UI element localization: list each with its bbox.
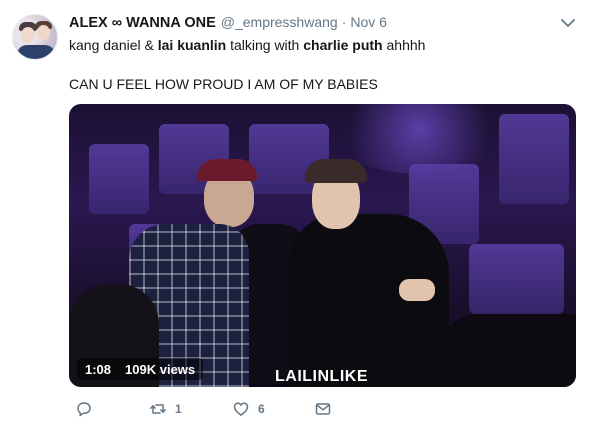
video-watermark: LAILINLIKE: [275, 368, 368, 385]
like-count: 6: [258, 402, 265, 416]
avatar[interactable]: [12, 14, 58, 60]
video-player[interactable]: 1:08 109K views LAILINLIKE: [69, 104, 576, 387]
separator-dot: ·: [341, 14, 347, 30]
heart-icon: [233, 402, 249, 416]
text-segment-bold: lai kuanlin: [157, 37, 227, 53]
retweet-count: 1: [175, 402, 182, 416]
text-segment: ahhhh: [382, 37, 426, 53]
envelope-icon: [315, 403, 331, 415]
like-button[interactable]: 6: [232, 398, 265, 420]
reply-button[interactable]: [75, 398, 93, 420]
display-name[interactable]: ALEX ∞ WANNA ONE: [69, 15, 216, 31]
direct-message-button[interactable]: [314, 398, 332, 420]
reply-icon: [77, 402, 91, 417]
video-stats-badge: 1:08 109K views: [77, 358, 204, 380]
tweet-text-line2: CAN U FEEL HOW PROUD I AM OF MY BABIES: [69, 76, 378, 92]
tweet: ALEX ∞ WANNA ONE @_empresshwang · Nov 6 …: [0, 0, 591, 433]
retweet-icon: [150, 404, 166, 414]
tweet-text-line1: kang daniel & lai kuanlin talking with c…: [69, 36, 425, 54]
text-segment: talking with: [226, 37, 304, 53]
user-handle[interactable]: @_empresshwang: [221, 14, 338, 30]
video-views: 109K views: [125, 361, 196, 377]
video-duration: 1:08: [85, 361, 112, 377]
text-segment-bold: charlie puth: [303, 37, 383, 53]
tweet-actions: 1 6: [69, 398, 369, 420]
tweet-date[interactable]: Nov 6: [350, 14, 387, 30]
chevron-down-icon[interactable]: [560, 16, 576, 30]
tweet-header: ALEX ∞ WANNA ONE @_empresshwang · Nov 6: [69, 14, 387, 34]
text-segment: kang daniel &: [69, 37, 158, 53]
retweet-button[interactable]: 1: [149, 398, 182, 420]
